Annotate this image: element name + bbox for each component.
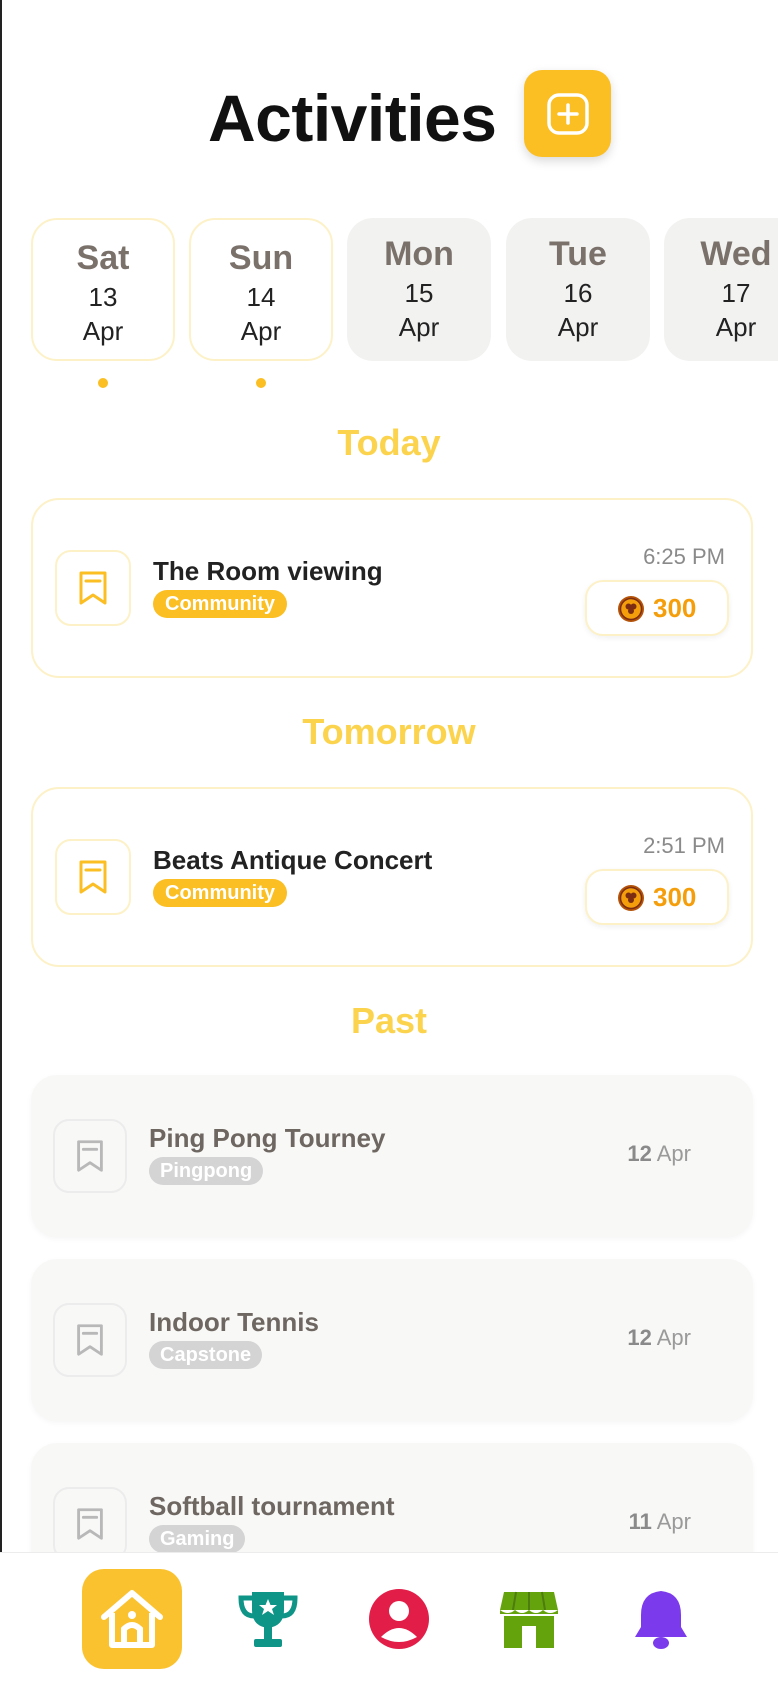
date-day: 11 [628,1509,652,1534]
bookmark-icon [77,1324,103,1356]
user-icon [369,1589,429,1649]
date-month: Apr [656,1325,691,1350]
coin-icon [618,885,644,911]
date-month: Apr [656,1141,691,1166]
add-activity-button[interactable] [524,70,611,157]
day-sat-13[interactable]: Sat 13 Apr [31,218,175,361]
activity-name: The Room viewing [153,556,383,586]
activity-icon-box [53,1487,127,1561]
activity-name: Beats Antique Concert [153,845,433,875]
day-month: Apr [715,312,757,342]
day-sun-14[interactable]: Sun 14 Apr [189,218,333,361]
activity-name: Ping Pong Tourney [149,1123,386,1153]
day-month: Apr [557,312,599,342]
activity-tag: Community [153,590,287,618]
day-of-week: Mon [384,235,454,273]
day-of-week: Tue [549,235,607,273]
day-number: 13 [88,282,118,312]
activity-name: Softball tournament [149,1491,395,1521]
plus-square-icon [546,92,589,135]
bookmark-icon [77,1508,103,1540]
activity-tag: Gaming [149,1525,246,1553]
nav-trophy[interactable] [218,1569,318,1669]
day-month: Apr [240,316,282,346]
page-title: Activities [208,81,497,155]
activity-icon-box [53,1303,127,1377]
past-activity-card[interactable]: Indoor Tennis Capstone 12 Apr [31,1259,753,1421]
day-month: Apr [398,312,440,342]
activity-name: Indoor Tennis [149,1307,319,1337]
date-strip[interactable]: Sat 13 Apr Sun 14 Apr Mon 15 Apr Tue 16 … [0,218,778,398]
trophy-icon [238,1592,298,1647]
activity-date: 12 Apr [627,1325,691,1351]
store-icon [500,1591,558,1648]
activity-icon-box [55,839,131,915]
points-value: 300 [653,882,697,912]
activity-tag: Community [153,879,287,907]
day-wed-17[interactable]: Wed 17 Apr [664,218,778,361]
points-badge: 300 [585,869,729,925]
day-of-week: Sun [228,239,294,277]
day-number: 16 [563,278,593,308]
bookmark-icon [79,860,107,894]
home-icon [101,1590,163,1648]
event-indicator-dot [256,378,266,388]
bookmark-icon [79,571,107,605]
header: Activities [0,66,778,166]
activity-card[interactable]: Beats Antique Concert Community 2:51 PM … [31,787,753,967]
coin-icon [618,596,644,622]
bottom-nav [0,1552,778,1682]
past-activity-card[interactable]: Ping Pong Tourney Pingpong 12 Apr [31,1075,753,1237]
day-number: 17 [721,278,751,308]
activity-card[interactable]: The Room viewing Community 6:25 PM 300 [31,498,753,678]
nav-store[interactable] [479,1569,579,1669]
day-number: 15 [404,278,434,308]
day-of-week: Wed [700,235,772,273]
activity-icon-box [55,550,131,626]
nav-home[interactable] [82,1569,182,1669]
day-number: 14 [246,282,276,312]
activity-time: 6:25 PM [643,544,725,569]
section-title-past: Past [350,1000,428,1041]
date-day: 12 [627,1325,652,1350]
day-of-week: Sat [76,239,130,277]
event-indicator-dot [98,378,108,388]
bell-icon [635,1591,687,1649]
date-day: 12 [627,1141,652,1166]
activity-icon-box [53,1119,127,1193]
nav-profile[interactable] [349,1569,449,1669]
day-mon-15[interactable]: Mon 15 Apr [347,218,491,361]
activity-tag: Capstone [149,1341,263,1369]
points-value: 300 [653,593,697,623]
activity-date: 12 Apr [627,1141,691,1167]
day-tue-16[interactable]: Tue 16 Apr [506,218,650,361]
section-title-today: Today [337,422,441,463]
nav-notifications[interactable] [611,1569,711,1669]
points-badge: 300 [585,580,729,636]
bookmark-icon [77,1140,103,1172]
day-month: Apr [82,316,124,346]
section-title-tomorrow: Tomorrow [302,711,476,752]
activity-date: 11 Apr [629,1509,691,1535]
activity-tag: Pingpong [149,1157,264,1185]
activity-time: 2:51 PM [643,833,725,858]
date-month: Apr [656,1509,691,1534]
